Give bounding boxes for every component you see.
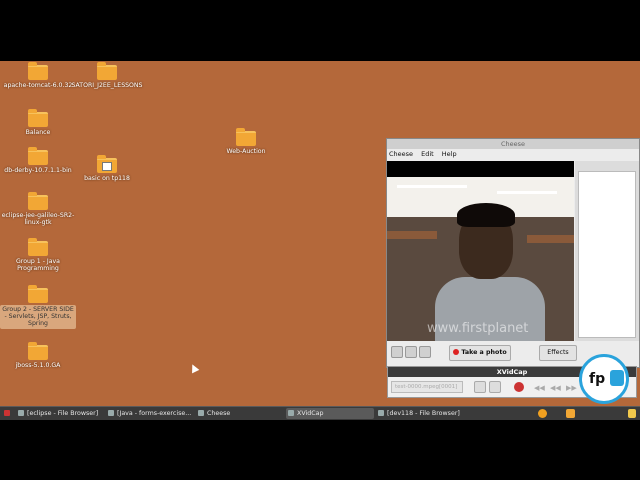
icon-label: SATORI_J2EE_LESSONS xyxy=(71,82,143,89)
video-watermark: www.firstplanet xyxy=(427,321,529,336)
record-button[interactable] xyxy=(514,382,524,392)
taskbar-label: Cheese xyxy=(207,410,231,417)
webcam-preview: www.firstplanet xyxy=(387,161,574,341)
firstplanet-logo: fp xyxy=(579,354,629,404)
taskbar-label: [Java - forms-exercise... xyxy=(117,410,192,417)
video-mode-button[interactable] xyxy=(405,346,417,358)
desktop-icon-jboss[interactable]: jboss-5.1.0.GA xyxy=(0,342,76,369)
folder-icon xyxy=(28,238,48,256)
folder-icon xyxy=(18,410,24,416)
video-capture-icon xyxy=(288,410,294,416)
folder-icon xyxy=(28,342,48,360)
folder-icon xyxy=(28,62,48,80)
taskbar-item-cheese[interactable]: Cheese xyxy=(196,408,278,419)
take-photo-label: Take a photo xyxy=(461,349,507,356)
thumbnail-pane xyxy=(575,161,639,341)
folder-icon xyxy=(28,147,48,165)
icon-label: Web-Auction xyxy=(226,148,266,155)
desktop-icon-eclipse[interactable]: eclipse-jee-galileo-SR2-linux-gtk xyxy=(0,192,76,227)
desktop-icon-basic-on-tp118[interactable]: basic on tp118 xyxy=(69,155,145,182)
rewind-icon[interactable]: ◀◀ xyxy=(550,384,561,392)
logo-text: fp xyxy=(589,371,606,387)
taskbar: [eclipse - File Browser] [Java - forms-e… xyxy=(0,406,640,420)
take-photo-button[interactable]: Take a photo xyxy=(449,345,511,361)
menu-help[interactable]: Help xyxy=(442,150,457,158)
tv-icon xyxy=(610,370,624,386)
taskbar-item-dev118[interactable]: [dev118 - File Browser] xyxy=(376,408,474,419)
effects-label: Effects xyxy=(547,349,569,356)
thumbnail-list[interactable] xyxy=(578,171,636,338)
xvidcap-filename-field[interactable]: test-0000.mpeg[0001] xyxy=(391,381,463,393)
record-dot-icon xyxy=(453,349,460,355)
folder-icon xyxy=(97,62,117,80)
stop-button[interactable] xyxy=(474,381,486,393)
icon-label: eclipse-jee-galileo-SR2-linux-gtk xyxy=(1,212,75,227)
icon-label: Group 1 - Java Programming xyxy=(16,258,60,273)
taskbar-item-java[interactable]: [Java - forms-exercise... xyxy=(106,408,194,419)
desktop-icon-apache-tomcat[interactable]: apache-tomcat-6.0.32 xyxy=(0,62,76,89)
eclipse-icon xyxy=(108,410,114,416)
letterbox-top xyxy=(0,0,640,61)
taskbar-label: [dev118 - File Browser] xyxy=(387,410,460,417)
camera-icon xyxy=(198,410,204,416)
desktop-icon-balance[interactable]: Balance xyxy=(0,109,76,136)
taskbar-item-xvidcap[interactable]: XVidCap xyxy=(286,408,374,419)
burst-mode-button[interactable] xyxy=(419,346,431,358)
person-hair xyxy=(457,203,515,227)
xvidcap-title: XVidCap xyxy=(496,368,528,376)
cheese-window: Cheese Cheese Edit Help www.firstplanet … xyxy=(386,138,640,368)
window-titlebar[interactable]: Cheese xyxy=(387,139,639,149)
taskbar-item-eclipse[interactable]: [eclipse - File Browser] xyxy=(16,408,104,419)
folder-icon xyxy=(28,109,48,127)
desktop-icon-satori[interactable]: SATORI_J2EE_LESSONS xyxy=(69,62,145,89)
icon-label: apache-tomcat-6.0.32 xyxy=(3,82,73,89)
folder-icon xyxy=(28,285,48,303)
menu-edit[interactable]: Edit xyxy=(421,150,434,158)
taskbar-label: [eclipse - File Browser] xyxy=(27,410,99,417)
tray-folder-icon[interactable] xyxy=(566,409,575,418)
desktop-icon-group1[interactable]: Group 1 - Java Programming xyxy=(0,238,76,273)
document-icon xyxy=(97,155,117,173)
effects-button[interactable]: Effects xyxy=(539,345,577,361)
photo-mode-button[interactable] xyxy=(391,346,403,358)
icon-label: basic on tp118 xyxy=(84,175,130,182)
desktop-icon-group2[interactable]: Group 2 - SERVER SIDE - Servlets, JSP, S… xyxy=(0,285,76,329)
step-icon[interactable]: ◀◀ xyxy=(534,384,545,392)
menu-launcher-icon[interactable] xyxy=(2,408,14,419)
tray-trash-icon[interactable] xyxy=(628,409,636,418)
tray-update-icon[interactable] xyxy=(538,409,547,418)
icon-label: jboss-5.1.0.GA xyxy=(15,362,61,369)
pause-button[interactable] xyxy=(489,381,501,393)
folder-icon xyxy=(28,192,48,210)
forward-icon[interactable]: ▶▶ xyxy=(566,384,577,392)
taskbar-label: XVidCap xyxy=(297,410,324,417)
icon-label: db-derby-10.7.1.1-bin xyxy=(4,167,72,174)
desktop-icon-db-derby[interactable]: db-derby-10.7.1.1-bin xyxy=(0,147,76,174)
folder-icon xyxy=(378,410,384,416)
menu-cheese[interactable]: Cheese xyxy=(389,150,413,158)
icon-label: Group 2 - SERVER SIDE - Servlets, JSP, S… xyxy=(0,305,76,329)
window-title: Cheese xyxy=(500,140,526,148)
menu-bar: Cheese Edit Help xyxy=(389,150,463,158)
letterbox-bottom xyxy=(0,420,640,480)
folder-icon xyxy=(236,128,256,146)
icon-label: Balance xyxy=(25,129,51,136)
desktop-icon-web-auction[interactable]: Web-Auction xyxy=(208,128,284,155)
